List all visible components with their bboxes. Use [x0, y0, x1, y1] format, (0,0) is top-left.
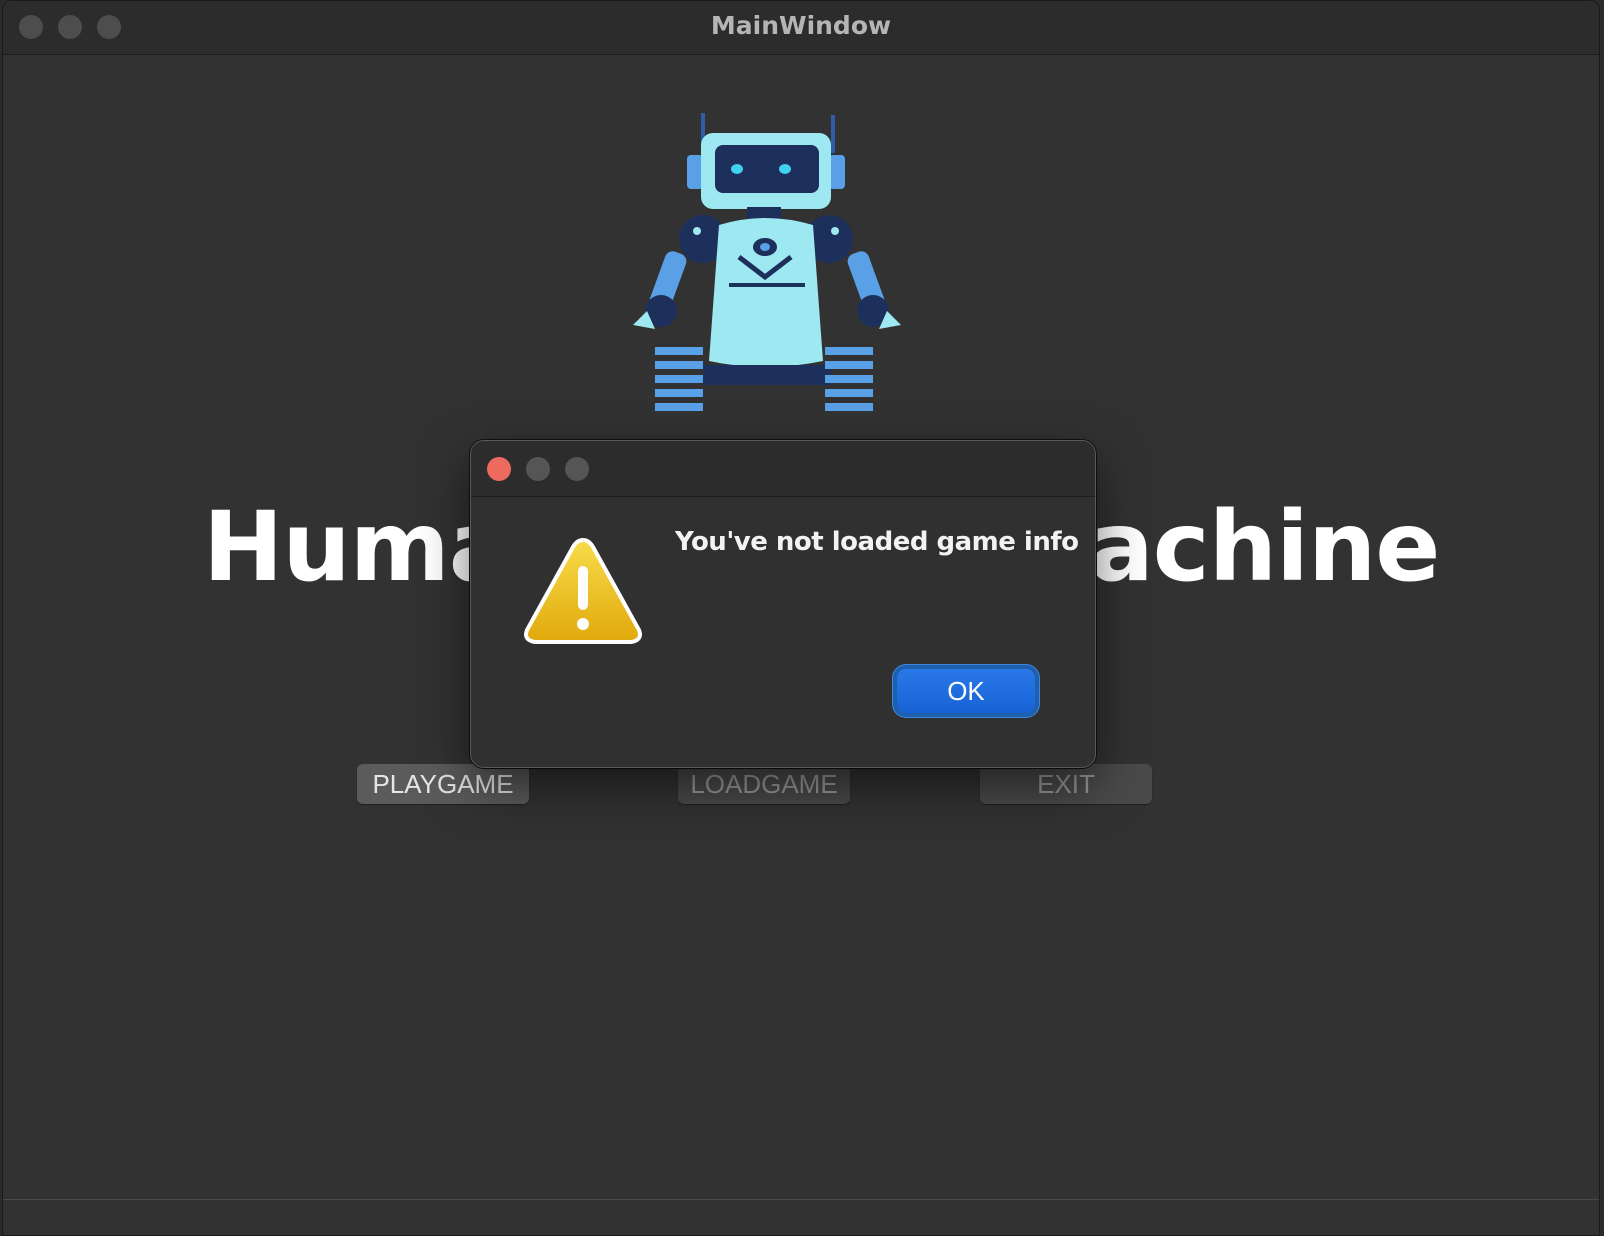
- status-bar: [3, 1199, 1599, 1200]
- heading-right-text: achine: [1089, 491, 1440, 603]
- dialog-close-button[interactable]: [487, 457, 511, 481]
- dialog-message: You've not loaded game info: [675, 527, 1079, 557]
- exit-button[interactable]: EXIT: [980, 764, 1152, 804]
- robot-icon: [633, 113, 901, 411]
- dialog-titlebar: [471, 441, 1095, 497]
- loadgame-button[interactable]: LOADGAME: [678, 764, 850, 804]
- warning-dialog: You've not loaded game info OK: [470, 440, 1096, 768]
- window-title: MainWindow: [710, 11, 892, 40]
- heading-left-text: Huma: [203, 491, 513, 603]
- dialog-zoom-button: [565, 457, 589, 481]
- titlebar: MainWindow: [3, 1, 1599, 55]
- warning-icon: [524, 538, 642, 644]
- playgame-button[interactable]: PLAYGAME: [357, 764, 529, 804]
- dialog-minimize-button: [526, 457, 550, 481]
- ok-button[interactable]: OK: [897, 669, 1035, 713]
